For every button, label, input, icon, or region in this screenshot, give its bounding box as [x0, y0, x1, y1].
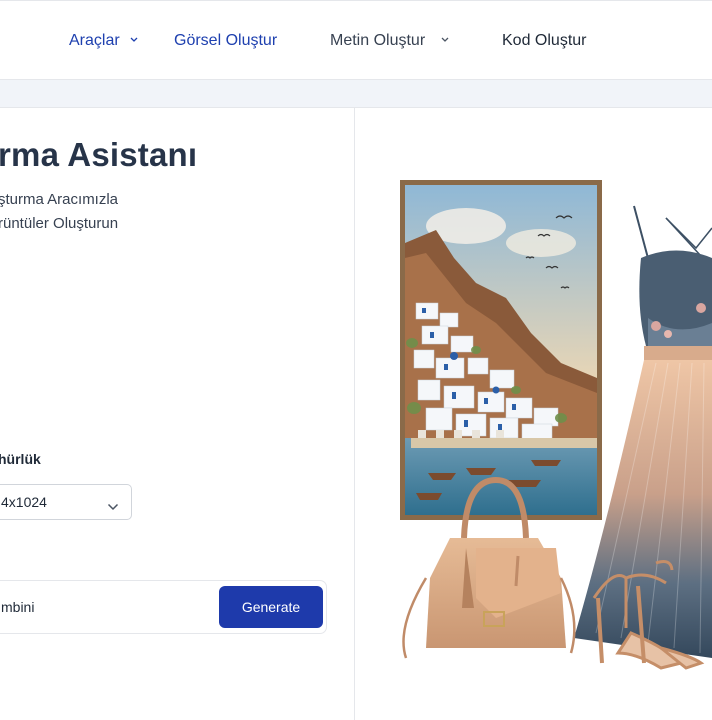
generate-button[interactable]: Generate [219, 586, 323, 628]
prompt-bar: Generate [0, 580, 327, 634]
nav-item-label: Kod Oluştur [502, 32, 587, 49]
nav-item-label: Metin Oluştur [330, 32, 426, 49]
page-subtitle: ştur​ma Aracımızla rüntüler Oluşturun [0, 188, 118, 236]
nav-item-label: Araçlar [69, 32, 120, 49]
chevron-down-icon [130, 37, 138, 45]
painting [400, 180, 602, 520]
prompt-input[interactable] [0, 581, 211, 633]
chevron-down-icon [441, 37, 449, 45]
generated-image [400, 180, 712, 670]
nav-item-kod-olustur[interactable]: Kod Oluştur [502, 32, 586, 50]
nav-item-gorsel-olustur[interactable]: Görsel Oluştur [174, 32, 277, 50]
top-navigation-bar: Araçlar Görsel Oluştur Metin Oluştur Kod… [0, 0, 712, 80]
resolution-label: hürlük [0, 451, 41, 467]
chevron-down-icon [107, 498, 119, 511]
resolution-selected-value: 4x1024 [1, 494, 47, 510]
nav-item-metin-olustur[interactable]: Metin Oluştur [330, 32, 449, 50]
generated-image-preview [356, 108, 712, 720]
nav-item-label: Görsel Oluştur [174, 32, 278, 49]
subtitle-line: rüntüler Oluşturun [0, 215, 119, 232]
nav-item-araclar[interactable]: Araçlar [69, 32, 138, 50]
header-divider-strip [0, 80, 712, 108]
generator-form-panel: rma Asistanı ştur​ma Aracımızla rüntüler… [0, 108, 355, 720]
resolution-select[interactable]: 4x1024 [0, 484, 132, 520]
subtitle-line: ştur​ma Aracımızla [0, 191, 119, 208]
page-title: rma Asistanı [0, 136, 198, 173]
